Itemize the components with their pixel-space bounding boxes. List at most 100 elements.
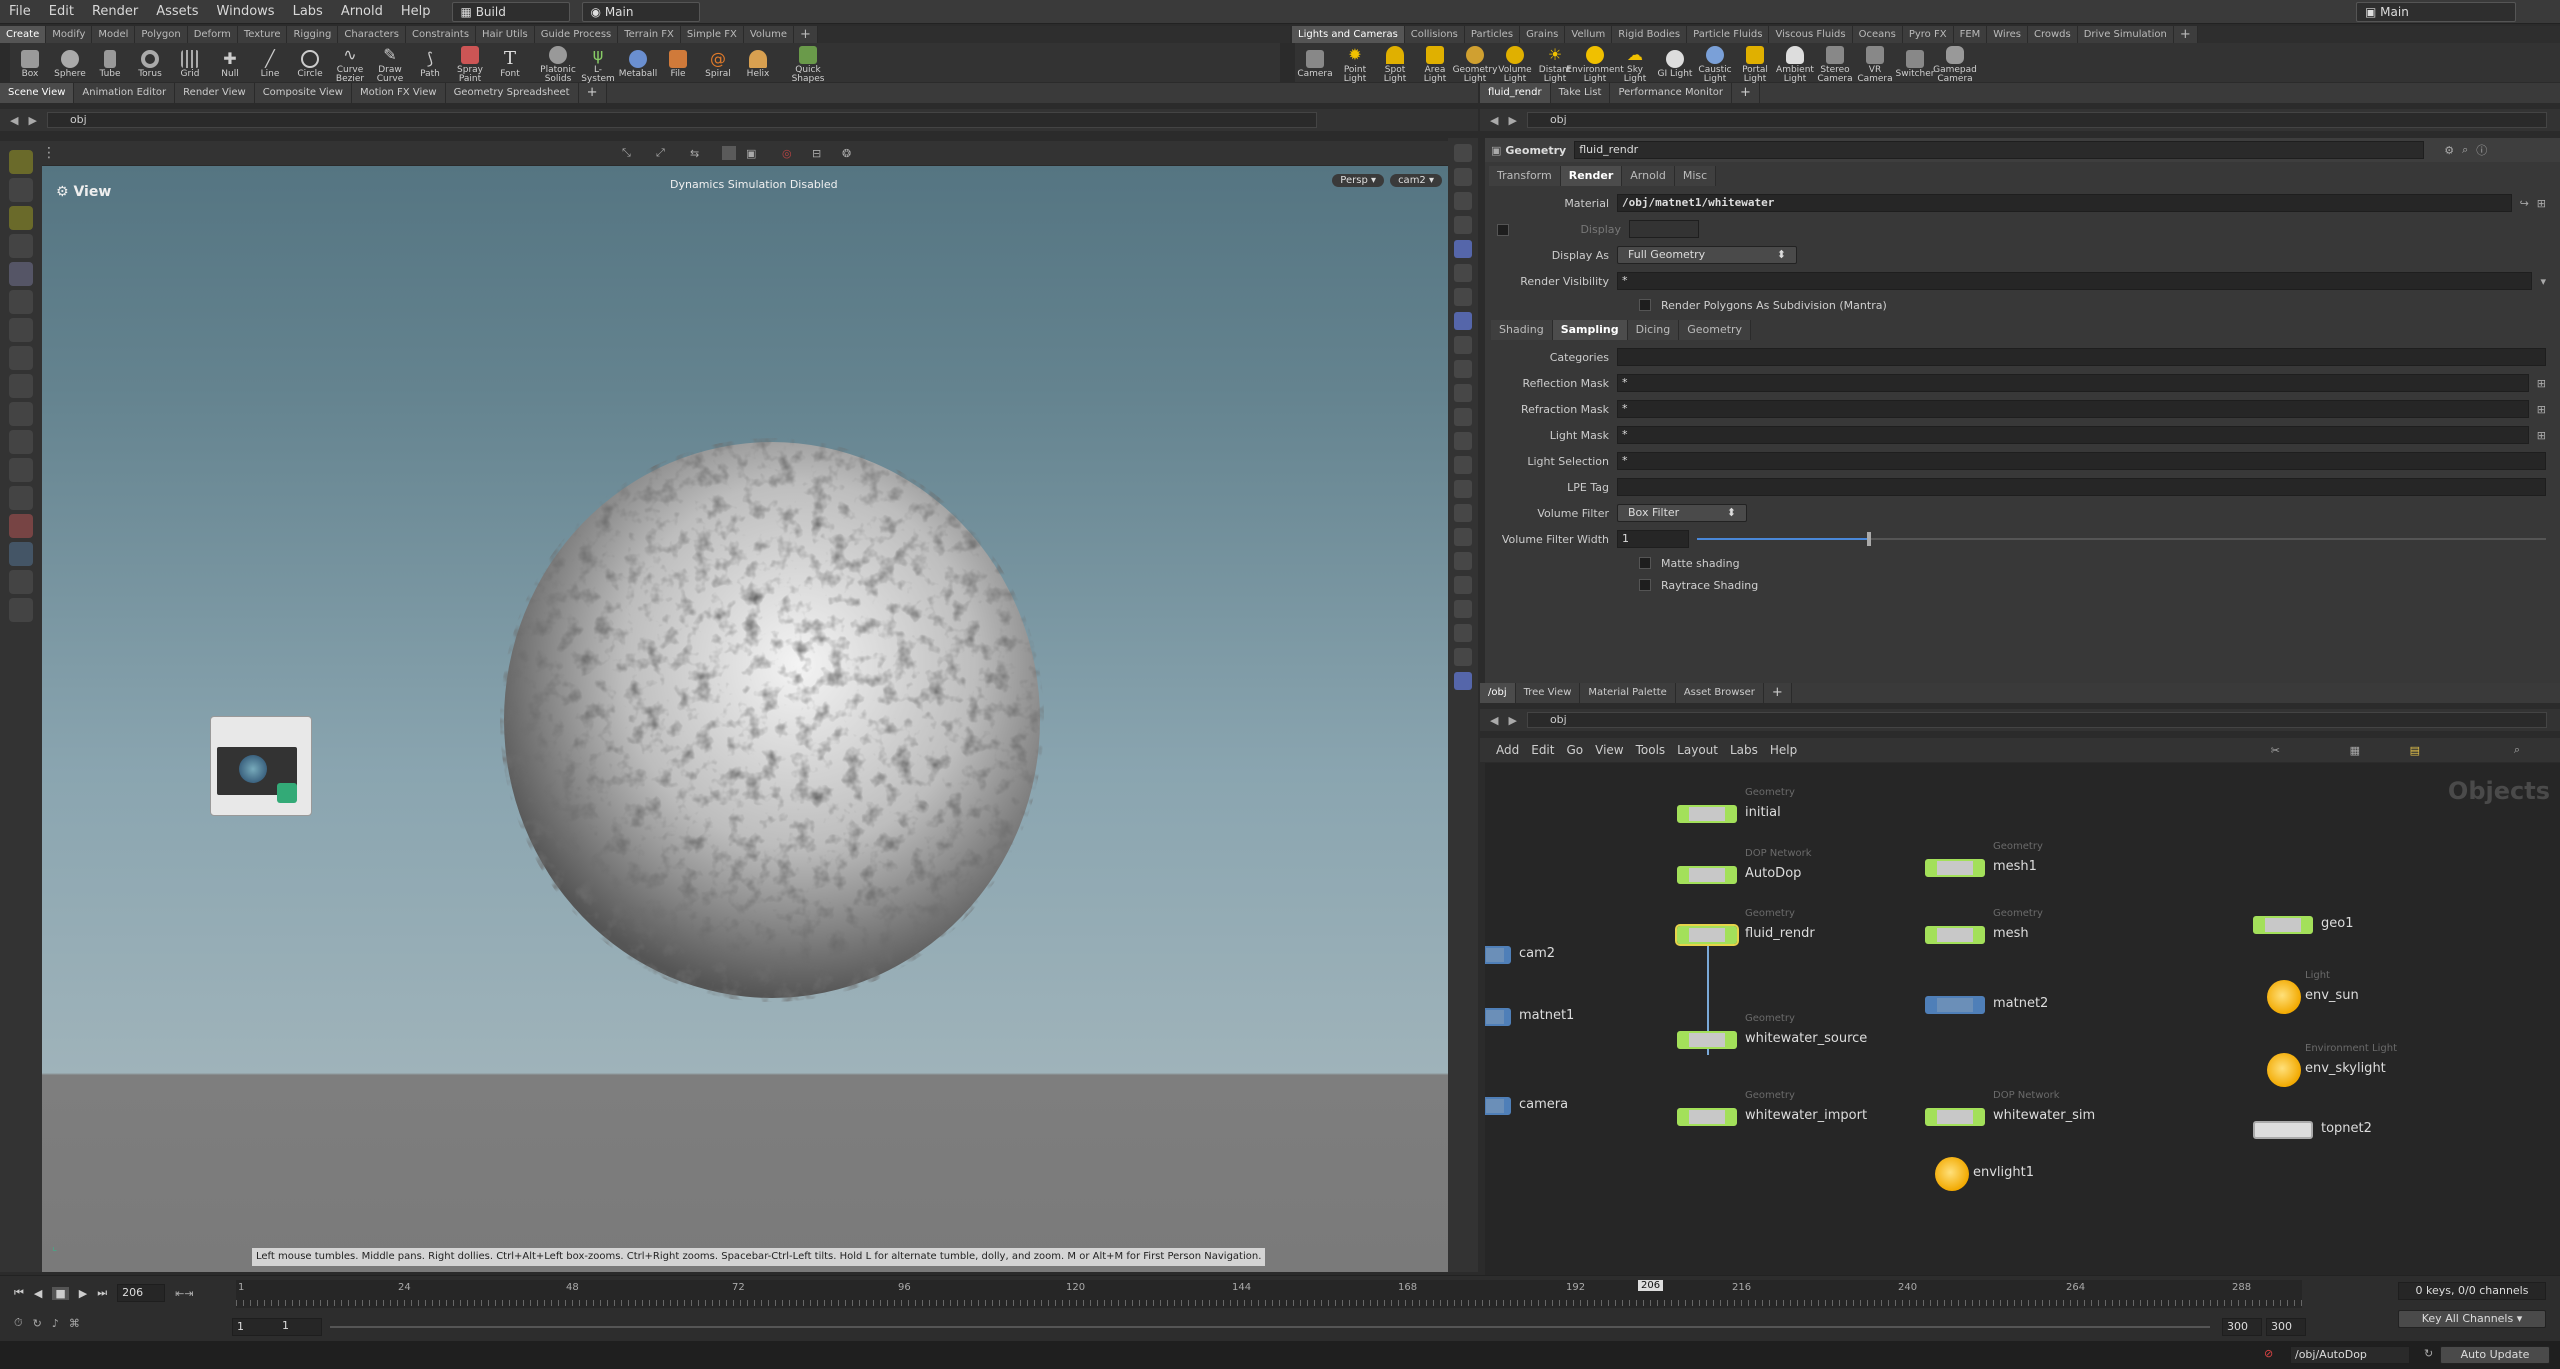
view-tool-icon[interactable] [9, 542, 33, 566]
left-path-field[interactable]: obj [46, 112, 1317, 128]
display-icon[interactable] [722, 146, 736, 160]
camera-view-icon[interactable] [1454, 600, 1472, 618]
shelf-tab-pyro-fx[interactable]: Pyro FX [1902, 26, 1954, 43]
network-forward-icon[interactable]: ▶ [1508, 714, 1516, 727]
tool-draw-curve[interactable]: ✎ Draw Curve [370, 42, 410, 84]
tool-point-light[interactable]: ✹ Point Light [1335, 42, 1375, 84]
camera-menu[interactable]: cam2 ▾ [1390, 174, 1442, 187]
grid-toggle-icon[interactable] [1454, 432, 1472, 450]
tool-line[interactable]: ╱ Line [250, 46, 290, 79]
shelf-tab-terrain-fx[interactable]: Terrain FX [618, 26, 681, 43]
matte-row[interactable]: Matte shading [1485, 552, 2560, 574]
net-menu-add[interactable]: Add [1496, 743, 1519, 757]
volume-filter-width-field[interactable]: 1 [1617, 530, 1689, 548]
playhead-marker[interactable]: 206 [1638, 1280, 1664, 1291]
tool-helix[interactable]: Helix [738, 46, 778, 79]
material-field[interactable]: /obj/matnet1/whitewater [1617, 194, 2512, 212]
net-menu-layout[interactable]: Layout [1677, 743, 1718, 757]
param-tab-misc[interactable]: Misc [1674, 166, 1717, 186]
shelf-tab-fem[interactable]: FEM [1953, 26, 1988, 43]
node-env-sun[interactable]: Light env_sun [2253, 970, 2359, 1014]
help-icon[interactable]: ⓘ [2476, 142, 2487, 158]
flip-icon[interactable] [1454, 624, 1472, 642]
node-env-skylight[interactable]: Environment Light env_skylight [2253, 1043, 2397, 1087]
audio-icon[interactable]: ♪ [52, 1317, 59, 1330]
key-all-channels-menu[interactable]: Key All Channels ▾ [2398, 1310, 2546, 1328]
light-mask-field[interactable]: * [1617, 426, 2529, 444]
tool-stereo-camera[interactable]: Stereo Camera [1815, 42, 1855, 84]
volume-filter-width-slider[interactable] [1697, 530, 2546, 548]
add-network-tab-icon[interactable]: + [1763, 683, 1792, 703]
subtab-sampling[interactable]: Sampling [1552, 320, 1628, 340]
subtab-dicing[interactable]: Dicing [1627, 320, 1680, 340]
menu-labs[interactable]: Labs [284, 0, 332, 24]
param-forward-icon[interactable]: ▶ [1508, 114, 1516, 127]
shelf-tab-hair-utils[interactable]: Hair Utils [476, 26, 535, 43]
add-pane-tab-icon[interactable]: + [578, 83, 607, 103]
node-matnet1[interactable]: matnet1 [1485, 1004, 1574, 1028]
context-dropdown[interactable]: ◉ Main [581, 1, 700, 22]
handle-icon[interactable] [9, 402, 33, 426]
node-whitewater-source[interactable]: Geometry whitewater_source [1677, 1013, 1867, 1051]
subtab-geometry[interactable]: Geometry [1679, 320, 1752, 340]
update-icon[interactable]: ↻ [2424, 1347, 2433, 1360]
net-menu-labs[interactable]: Labs [1730, 743, 1758, 757]
vis-icon[interactable]: ▣ [746, 147, 756, 160]
tool-path[interactable]: ⟆ Path [410, 46, 450, 79]
step-icon[interactable]: ⇤⇥ [175, 1287, 193, 1300]
frame-ruler[interactable]: 1 24 48 72 96 120 144 168 192 216 240 26… [236, 1280, 2302, 1308]
shelf-tab-particles[interactable]: Particles [1464, 26, 1521, 43]
visualizer-icon[interactable] [1454, 528, 1472, 546]
tab-animation-editor[interactable]: Animation Editor [74, 83, 176, 103]
node-geo1[interactable]: geo1 [2253, 912, 2353, 936]
tool-portal-light[interactable]: Portal Light [1735, 42, 1775, 84]
tool-sky-light[interactable]: ☁ Sky Light [1615, 42, 1655, 84]
jump-icon[interactable]: ↪ [2520, 197, 2529, 210]
shelf-tab-constraints[interactable]: Constraints [405, 26, 477, 43]
tool-quick-shapes[interactable]: Quick Shapes [778, 42, 838, 84]
tool-geometry-light[interactable]: Geometry Light [1453, 42, 1497, 84]
shelf-tab-polygon[interactable]: Polygon [135, 26, 188, 43]
gear-icon[interactable]: ⚙ [2444, 144, 2454, 157]
menu-file[interactable]: File [0, 0, 40, 24]
search-icon[interactable]: ⌕ [2462, 143, 2468, 157]
net-menu-edit[interactable]: Edit [1531, 743, 1554, 757]
node-whitewater-sim[interactable]: DOP Network whitewater_sim [1925, 1090, 2095, 1128]
toggle-view-icon[interactable] [1454, 672, 1472, 690]
render-visibility-field[interactable]: * [1617, 272, 2533, 290]
light-selection-field[interactable]: * [1617, 452, 2546, 470]
net-menu-tools[interactable]: Tools [1636, 743, 1666, 757]
range-bar[interactable] [330, 1326, 2210, 1328]
jump-end-icon[interactable]: ⏭ [97, 1286, 107, 1300]
tool-grid[interactable]: Grid [170, 46, 210, 79]
raytrace-checkbox[interactable] [1639, 579, 1651, 591]
matte-checkbox[interactable] [1639, 557, 1651, 569]
shelf-tab-oceans[interactable]: Oceans [1852, 26, 1903, 43]
refraction-chooser-icon[interactable]: ⊞ [2537, 403, 2546, 416]
volume-filter-menu[interactable]: Box Filter ⬍ [1617, 504, 1747, 522]
shelf-tab-viscous-fluids[interactable]: Viscous Fluids [1769, 26, 1853, 43]
range-end-field[interactable]: 300 [2222, 1318, 2262, 1336]
render-node-thumbnail[interactable] [210, 716, 312, 816]
end-frame-field[interactable]: 300 [2266, 1318, 2306, 1336]
tool-spot-light[interactable]: Spot Light [1375, 42, 1415, 84]
toggle-icon[interactable]: ⇆ [690, 147, 699, 160]
magnet-icon[interactable] [9, 514, 33, 538]
background-icon[interactable] [1454, 456, 1472, 474]
tool-l-system[interactable]: ψ L-System [578, 42, 618, 84]
tab-performance-monitor[interactable]: Performance Monitor [1610, 83, 1732, 103]
lock-icon[interactable] [9, 262, 33, 286]
menu-windows[interactable]: Windows [208, 0, 284, 24]
shelf-tab-create[interactable]: Create [0, 26, 47, 43]
flipbook-icon[interactable]: ⊟ [812, 147, 821, 160]
shelf-tab-guide-process[interactable]: Guide Process [534, 26, 619, 43]
tool-spray-paint[interactable]: Spray Paint [450, 42, 490, 84]
sticky-note-icon[interactable]: ▤ [2410, 744, 2420, 757]
shelf-tab-texture[interactable]: Texture [237, 26, 288, 43]
snapping-icon[interactable] [1454, 408, 1472, 426]
shelf-tab-crowds[interactable]: Crowds [2027, 26, 2078, 43]
tool-switcher[interactable]: Switcher [1895, 46, 1935, 79]
node-mesh1[interactable]: Geometry mesh1 [1925, 841, 2043, 879]
tab-asset-browser[interactable]: Asset Browser [1675, 683, 1764, 703]
tab-material-palette[interactable]: Material Palette [1580, 683, 1676, 703]
